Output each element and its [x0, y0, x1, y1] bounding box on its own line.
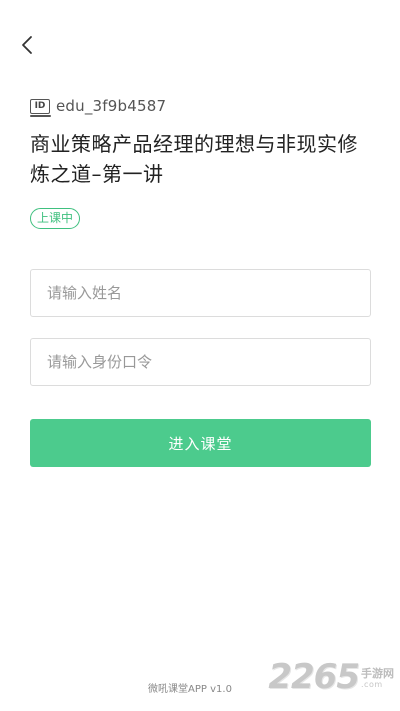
- watermark-com: .com: [361, 680, 383, 689]
- back-button[interactable]: [12, 30, 42, 60]
- course-title: 商业策略产品经理的理想与非现实修炼之道–第一讲: [30, 132, 358, 186]
- site-watermark: 2265 手游网 .com: [268, 659, 394, 695]
- chevron-left-icon: [22, 36, 32, 54]
- id-card-icon: ID: [29, 98, 51, 117]
- course-id: edu_3f9b4587: [56, 97, 167, 115]
- enter-class-button[interactable]: 进入课堂: [30, 419, 371, 467]
- password-field[interactable]: [30, 338, 371, 386]
- watermark-digits: 2265: [268, 657, 360, 697]
- password-input[interactable]: [31, 339, 370, 385]
- name-input[interactable]: [31, 270, 370, 316]
- join-class-page: ID edu_3f9b4587 商业策略产品经理的理想与非现实修炼之道–第一讲 …: [0, 0, 400, 711]
- status-badge: 上课中: [30, 208, 81, 229]
- watermark-cn: 手游网: [361, 667, 394, 680]
- name-field[interactable]: [30, 269, 371, 317]
- course-id-row: ID edu_3f9b4587: [29, 97, 167, 117]
- watermark-suffix: 手游网 .com: [361, 667, 394, 690]
